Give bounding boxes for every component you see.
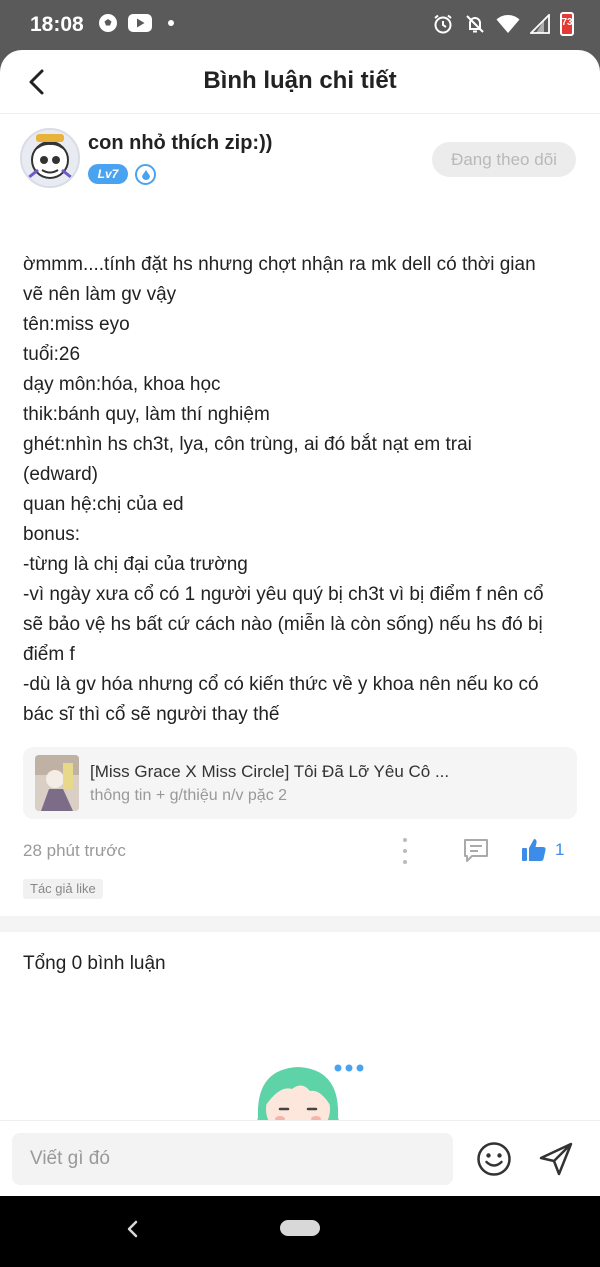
chevron-left-icon bbox=[127, 1220, 138, 1238]
post-content: ờmmm....tính đặt hs nhưng chợt nhận ra m… bbox=[23, 250, 583, 730]
post-line: ờmmm....tính đặt hs nhưng chợt nhận ra m… bbox=[23, 254, 536, 275]
post-line: vẽ nên làm gv vậy bbox=[23, 284, 177, 305]
post-timestamp: 28 phút trước bbox=[23, 841, 126, 860]
like-button[interactable]: 1 bbox=[521, 837, 564, 863]
page-title: Bình luận chi tiết bbox=[203, 67, 397, 94]
status-bar: 18:08 73 bbox=[0, 0, 600, 50]
dot bbox=[403, 860, 407, 864]
system-navigation-bar bbox=[0, 1196, 600, 1267]
app-surface: Bình luận chi tiết con nhỏ thích zip:)) … bbox=[0, 50, 600, 1196]
emoji-button[interactable] bbox=[476, 1141, 512, 1182]
story-cover-art bbox=[35, 755, 79, 811]
post-line: -từng là chị đại của trường bbox=[23, 554, 248, 575]
author-like-tag: Tác giả like bbox=[23, 879, 103, 899]
avatar-image bbox=[22, 130, 78, 186]
battery-icon: 73 bbox=[560, 12, 574, 36]
send-button[interactable] bbox=[538, 1141, 574, 1182]
post-meta-row: 28 phút trước 1 bbox=[23, 835, 577, 867]
post-line: (edward) bbox=[23, 464, 98, 485]
post-line: điểm f bbox=[23, 644, 75, 665]
more-options-button[interactable] bbox=[395, 838, 415, 864]
notification-dot bbox=[168, 20, 174, 26]
post-line: tuổi:26 bbox=[23, 344, 81, 365]
post-line: bác sĩ thì cổ sẽ người thay thế bbox=[23, 704, 280, 725]
post-author: con nhỏ thích zip:)) Lv7 Đang theo dõi bbox=[20, 128, 580, 190]
nav-home-pill[interactable] bbox=[280, 1220, 320, 1236]
section-divider bbox=[0, 916, 600, 932]
send-icon bbox=[539, 1142, 573, 1176]
level-badge: Lv7 bbox=[88, 164, 128, 184]
mute-icon bbox=[466, 15, 484, 33]
like-count: 1 bbox=[555, 840, 565, 859]
status-left-icons bbox=[98, 13, 174, 33]
verified-badge-icon bbox=[135, 164, 156, 185]
comment-button[interactable] bbox=[463, 837, 489, 868]
status-right-icons: 73 bbox=[432, 12, 574, 36]
signal-icon bbox=[530, 14, 550, 34]
dot bbox=[403, 849, 407, 853]
post-line: tên:miss eyo bbox=[23, 314, 130, 335]
comment-composer bbox=[0, 1120, 600, 1196]
story-subtitle: thông tin + g/thiệu n/v pặc 2 bbox=[90, 787, 288, 804]
comment-icon bbox=[464, 839, 488, 862]
avatar[interactable] bbox=[20, 128, 80, 188]
youtube-icon bbox=[128, 14, 152, 32]
alarm-icon bbox=[434, 14, 452, 34]
wifi-icon bbox=[496, 15, 520, 33]
post-line: -vì ngày xưa cổ có 1 người yêu quý bị ch… bbox=[23, 584, 544, 605]
post-line: thik:bánh quy, làm thí nghiệm bbox=[23, 404, 270, 425]
total-comments-label: Tổng 0 bình luận bbox=[23, 953, 166, 974]
top-app-bar: Bình luận chi tiết bbox=[0, 50, 600, 114]
username[interactable]: con nhỏ thích zip:)) bbox=[88, 132, 272, 155]
comment-input[interactable] bbox=[12, 1133, 453, 1185]
post-line: quan hệ:chị của ed bbox=[23, 494, 184, 515]
drop-icon bbox=[141, 169, 150, 180]
post-line: ghét:nhìn hs ch3t, lya, côn trùng, ai đó… bbox=[23, 434, 472, 455]
smiley-icon bbox=[477, 1142, 511, 1176]
status-time: 18:08 bbox=[30, 13, 84, 36]
story-cover-image bbox=[35, 755, 79, 811]
post-line: sẽ bảo vệ hs bất cứ cách nào (miễn là cò… bbox=[23, 614, 543, 635]
linked-story-card[interactable]: [Miss Grace X Miss Circle] Tôi Đã Lỡ Yêu… bbox=[23, 747, 577, 819]
story-title: [Miss Grace X Miss Circle] Tôi Đã Lỡ Yêu… bbox=[90, 762, 450, 781]
soccer-ball-icon bbox=[99, 14, 117, 32]
dot bbox=[403, 838, 407, 842]
post-line: bonus: bbox=[23, 524, 81, 545]
post-line: dạy môn:hóa, khoa học bbox=[23, 374, 221, 395]
battery-level: 73 bbox=[561, 17, 573, 28]
thumbs-up-icon bbox=[522, 839, 546, 861]
nav-back-button[interactable] bbox=[124, 1218, 142, 1245]
following-button[interactable]: Đang theo dõi bbox=[432, 142, 576, 177]
post-line: -dù là gv hóa nhưng cổ có kiến thức về y… bbox=[23, 674, 539, 695]
